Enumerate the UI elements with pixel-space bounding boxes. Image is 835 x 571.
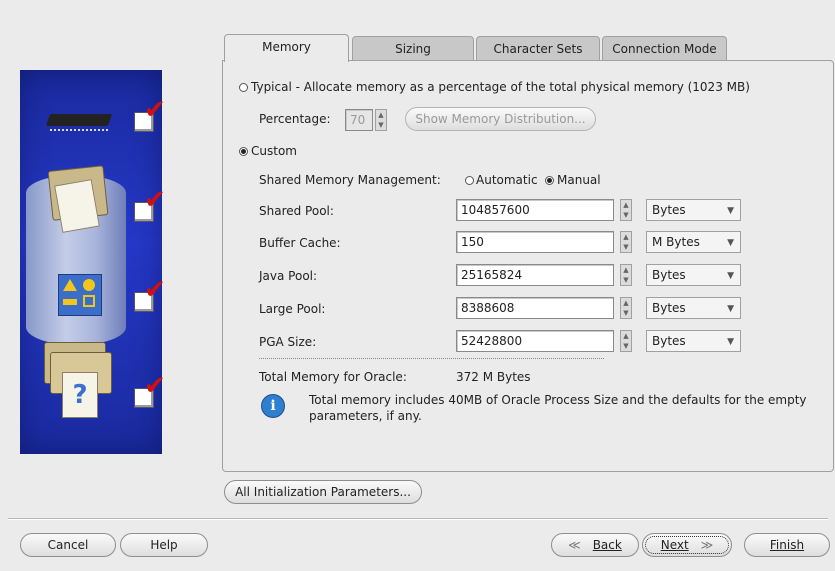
next-arrow-icon: ≫ bbox=[700, 538, 714, 552]
check-mark-icon: ✔ bbox=[144, 275, 166, 305]
check-mark-icon: ✔ bbox=[144, 95, 166, 125]
memory-chip-icon bbox=[44, 110, 116, 132]
shared-pool-unit-select[interactable]: Bytes ▼ bbox=[646, 199, 741, 221]
shared-pool-spinner[interactable]: ▲ ▼ bbox=[620, 199, 632, 221]
back-button[interactable]: ≪ Back bbox=[551, 533, 639, 557]
typical-label: Typical - Allocate memory as a percentag… bbox=[251, 80, 750, 94]
java-pool-unit-select[interactable]: Bytes ▼ bbox=[646, 264, 741, 286]
shared-pool-field[interactable]: 104857600 bbox=[456, 199, 614, 221]
large-pool-field[interactable]: 8388608 bbox=[456, 297, 614, 319]
pga-size-label: PGA Size: bbox=[259, 335, 317, 349]
chevron-down-icon: ▼ bbox=[727, 206, 734, 216]
cancel-button[interactable]: Cancel bbox=[20, 533, 116, 557]
typical-radio[interactable] bbox=[239, 83, 248, 92]
java-pool-spinner[interactable]: ▲ ▼ bbox=[620, 264, 632, 286]
buffer-cache-field[interactable]: 150 bbox=[456, 231, 614, 253]
total-memory-label: Total Memory for Oracle: bbox=[259, 370, 407, 384]
info-message: Total memory includes 40MB of Oracle Pro… bbox=[309, 393, 807, 423]
tab-connection-mode[interactable]: Connection Mode bbox=[602, 36, 727, 61]
percentage-spinner[interactable]: ▲ ▼ bbox=[375, 109, 387, 131]
wizard-graphic-panel: ✔ ✔ ✔ ? ✔ bbox=[20, 70, 166, 454]
chevron-down-icon: ▼ bbox=[727, 304, 734, 314]
divider bbox=[259, 358, 604, 359]
automatic-label: Automatic bbox=[476, 173, 538, 187]
back-arrow-icon: ≪ bbox=[568, 538, 581, 552]
shapes-icon bbox=[58, 274, 102, 316]
custom-label: Custom bbox=[251, 144, 297, 158]
custom-radio[interactable] bbox=[239, 147, 248, 156]
manual-label: Manual bbox=[557, 173, 601, 187]
large-pool-spinner[interactable]: ▲ ▼ bbox=[620, 297, 632, 319]
question-document-icon: ? bbox=[62, 372, 98, 418]
next-button[interactable]: Next ≫ bbox=[642, 533, 732, 557]
pga-size-unit-select[interactable]: Bytes ▼ bbox=[646, 330, 741, 352]
chevron-down-icon: ▼ bbox=[727, 337, 734, 347]
document-icon bbox=[54, 179, 100, 233]
automatic-radio[interactable] bbox=[465, 176, 474, 185]
show-memory-distribution-button[interactable]: Show Memory Distribution... bbox=[405, 107, 596, 131]
chevron-down-icon: ▼ bbox=[727, 238, 734, 248]
percentage-label: Percentage: bbox=[259, 112, 331, 126]
pga-size-field[interactable]: 52428800 bbox=[456, 330, 614, 352]
percentage-field[interactable]: 70 bbox=[345, 109, 373, 131]
shared-memory-management-label: Shared Memory Management: bbox=[259, 173, 441, 187]
java-pool-label: Java Pool: bbox=[259, 269, 318, 283]
manual-radio[interactable] bbox=[545, 176, 554, 185]
tab-memory[interactable]: Memory bbox=[224, 34, 349, 62]
buffer-cache-label: Buffer Cache: bbox=[259, 236, 341, 250]
buffer-cache-spinner[interactable]: ▲ ▼ bbox=[620, 231, 632, 253]
info-icon: i bbox=[261, 394, 285, 418]
large-pool-unit-select[interactable]: Bytes ▼ bbox=[646, 297, 741, 319]
check-mark-icon: ✔ bbox=[144, 185, 166, 215]
chevron-down-icon: ▼ bbox=[727, 271, 734, 281]
separator bbox=[8, 518, 828, 520]
check-mark-icon: ✔ bbox=[144, 371, 166, 401]
total-memory-value: 372 M Bytes bbox=[456, 370, 531, 384]
tab-character-sets[interactable]: Character Sets bbox=[476, 36, 600, 61]
large-pool-label: Large Pool: bbox=[259, 302, 326, 316]
pga-size-spinner[interactable]: ▲ ▼ bbox=[620, 330, 632, 352]
finish-button[interactable]: Finish bbox=[744, 533, 830, 557]
help-button[interactable]: Help bbox=[120, 533, 208, 557]
shared-pool-label: Shared Pool: bbox=[259, 204, 334, 218]
tab-sizing[interactable]: Sizing bbox=[352, 36, 474, 61]
all-initialization-parameters-button[interactable]: All Initialization Parameters... bbox=[224, 480, 422, 504]
java-pool-field[interactable]: 25165824 bbox=[456, 264, 614, 286]
buffer-cache-unit-select[interactable]: M Bytes ▼ bbox=[646, 231, 741, 253]
